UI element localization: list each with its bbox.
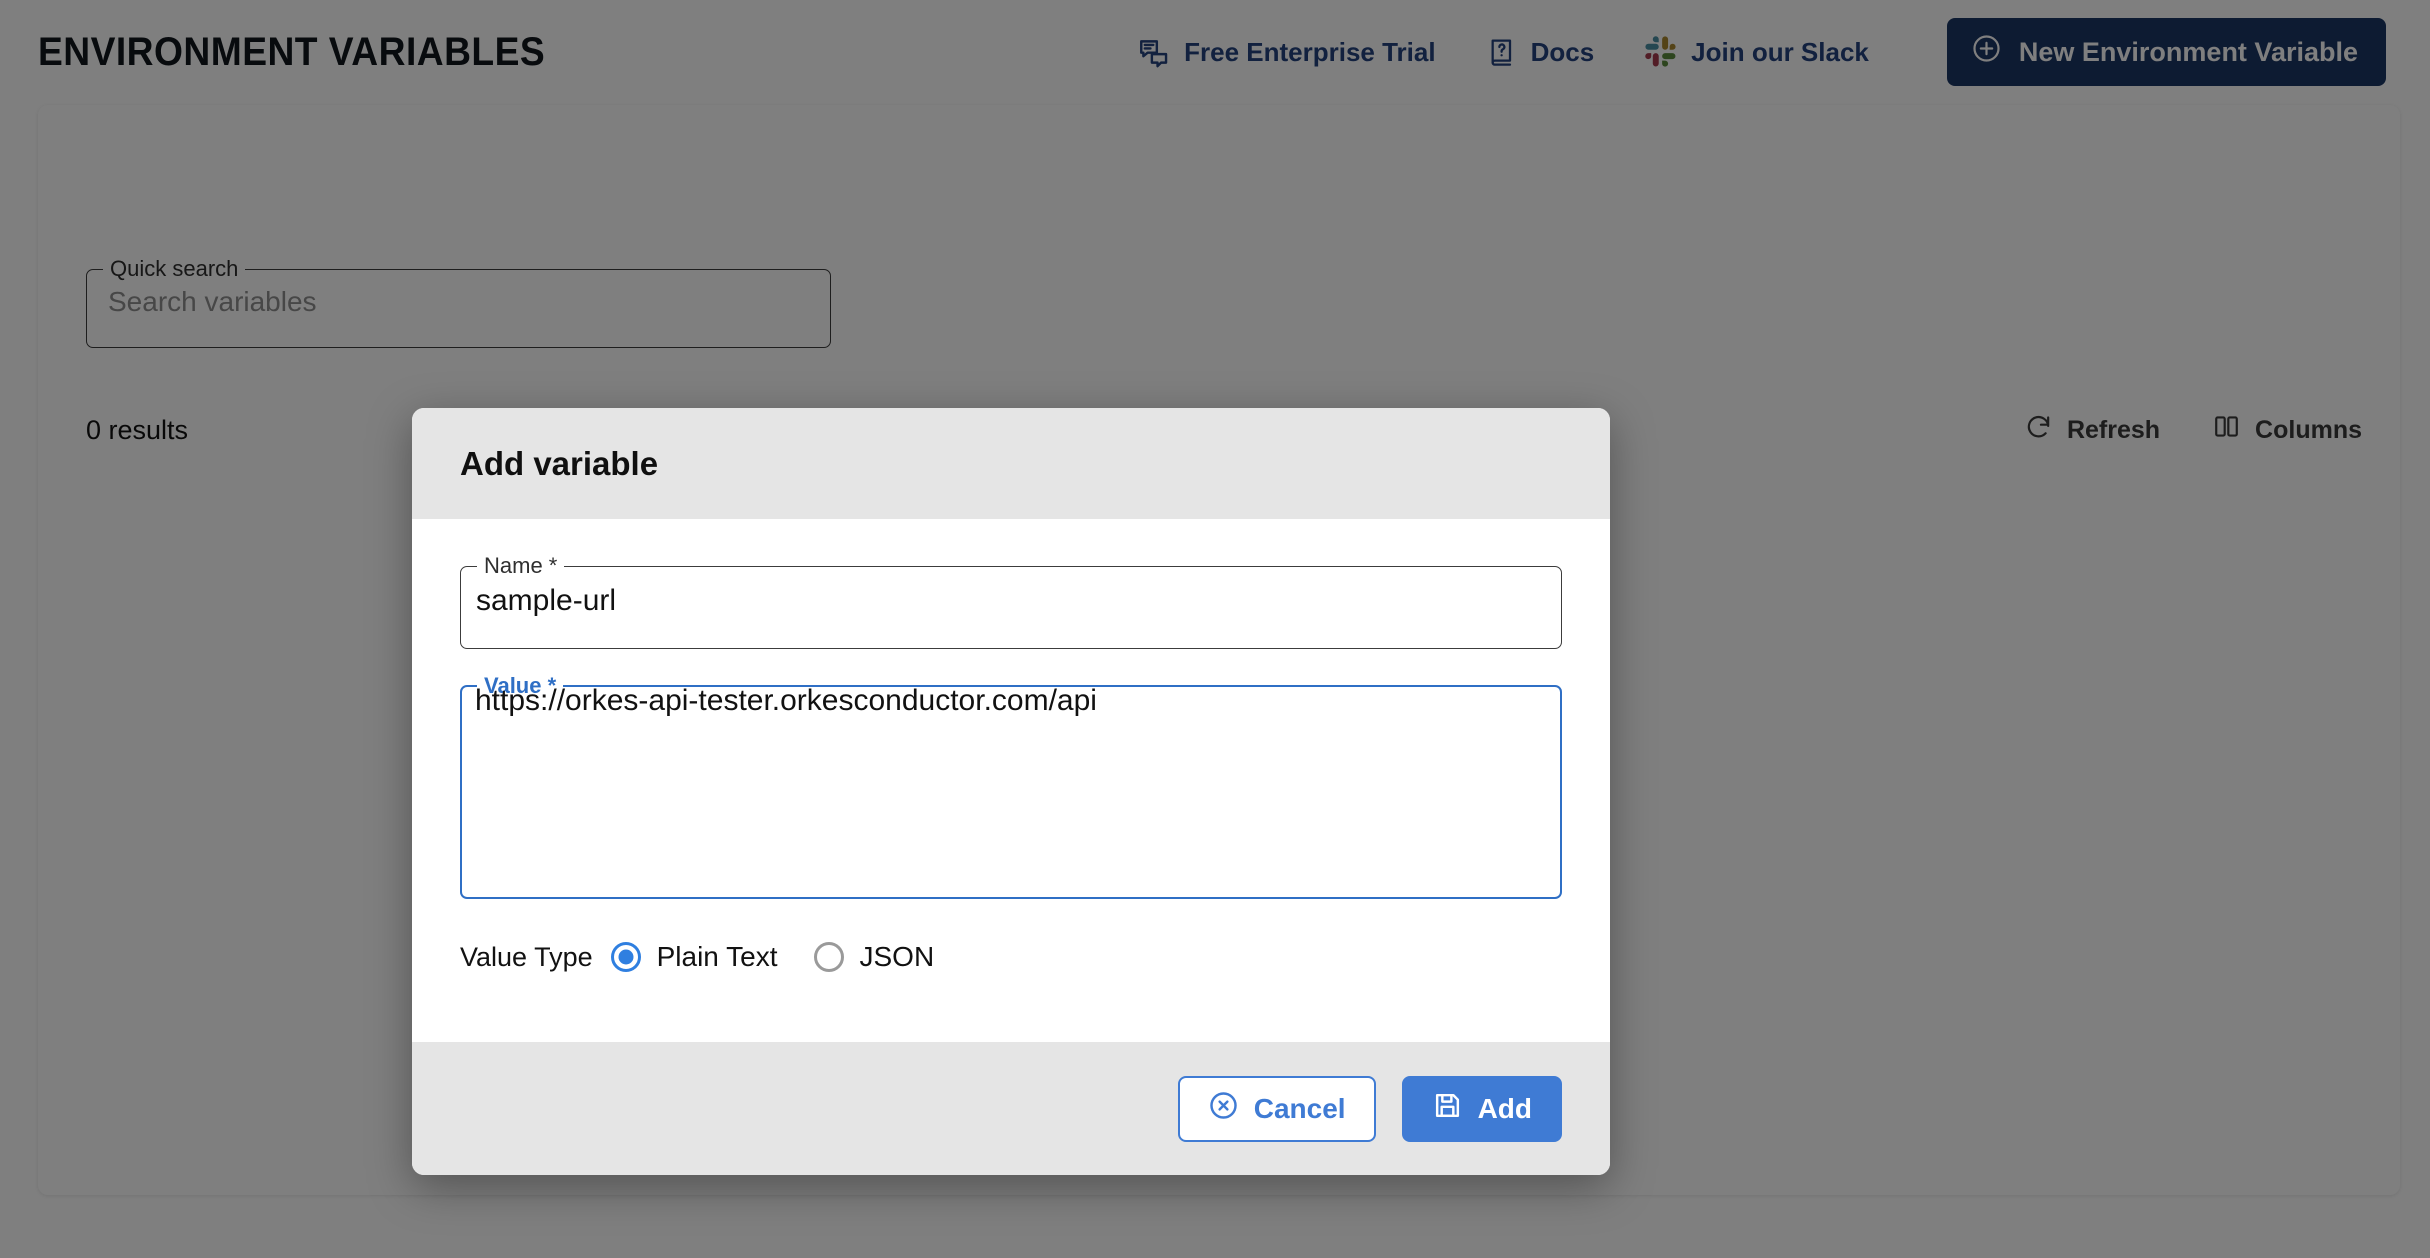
- radio-label-json: JSON: [859, 941, 935, 972]
- dialog-body: Name * Value * Value Type Plain Text JSO…: [412, 519, 1610, 1042]
- value-input[interactable]: [460, 675, 1562, 875]
- dialog-footer: Cancel Add: [412, 1042, 1610, 1175]
- radio-option-json[interactable]: JSON: [813, 941, 935, 973]
- name-input[interactable]: [460, 555, 1562, 647]
- add-variable-dialog: Add variable Name * Value * Value Type P…: [412, 408, 1610, 1175]
- radio-mark-plain-text: [610, 942, 641, 972]
- add-button[interactable]: Add: [1401, 1075, 1562, 1142]
- radio-label-plain-text: Plain Text: [656, 941, 778, 972]
- cancel-button[interactable]: Cancel: [1177, 1075, 1376, 1142]
- value-type-label: Value Type: [460, 941, 593, 972]
- radio-mark-json: [813, 942, 844, 972]
- radio-option-plain-text[interactable]: Plain Text: [610, 941, 778, 973]
- name-field-wrapper: Name *: [460, 555, 1562, 649]
- cancel-label: Cancel: [1253, 1092, 1346, 1124]
- close-circle-icon: [1208, 1090, 1239, 1128]
- save-disk-icon: [1432, 1090, 1463, 1128]
- value-field-wrapper: Value *: [460, 675, 1562, 899]
- value-type-row: Value Type Plain Text JSON: [460, 941, 1562, 973]
- add-label: Add: [1477, 1092, 1532, 1124]
- dialog-header: Add variable: [412, 408, 1610, 519]
- dialog-title: Add variable: [460, 444, 659, 482]
